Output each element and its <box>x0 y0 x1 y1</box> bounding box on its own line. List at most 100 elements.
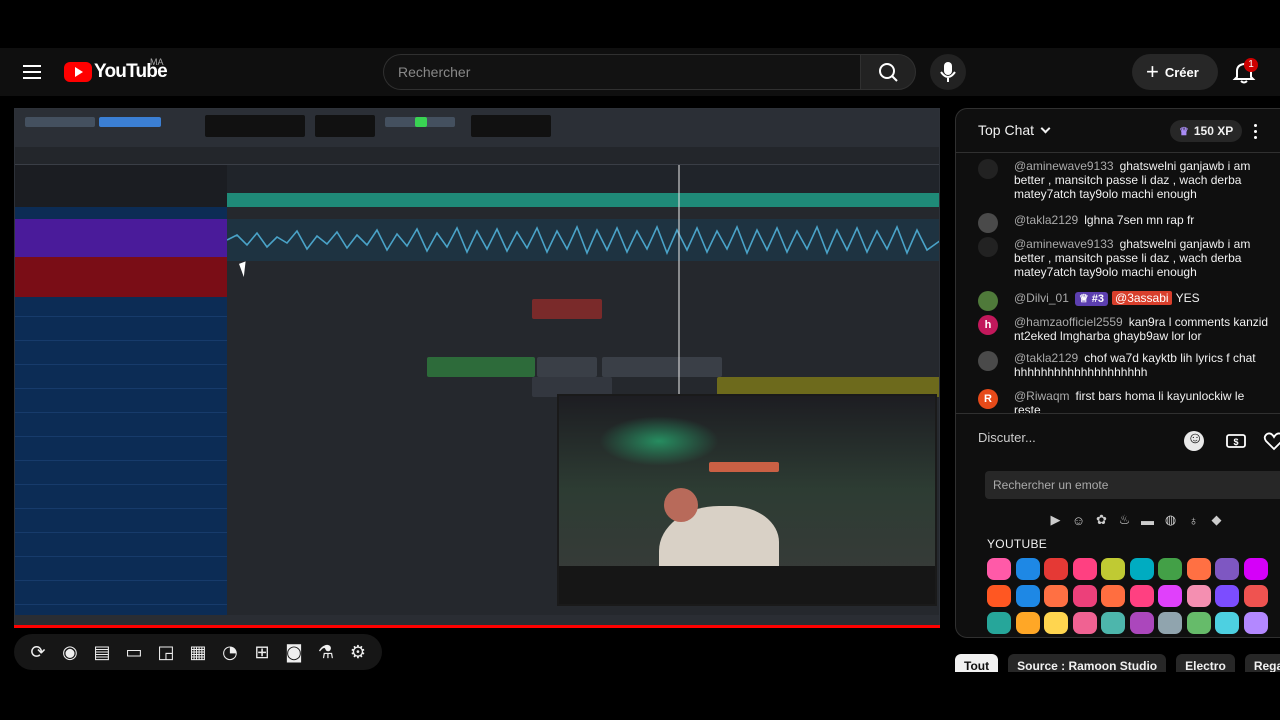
emote-grid <box>987 558 1279 634</box>
broadcast-icon-glyph: ◉ <box>62 641 78 663</box>
video-player[interactable] <box>14 108 940 628</box>
create-button[interactable]: + Créer <box>1132 54 1218 90</box>
avatar[interactable] <box>978 237 998 257</box>
smiley-icon[interactable]: ☺ <box>1069 510 1088 530</box>
chat-author[interactable]: @Riwaqm <box>1014 389 1070 403</box>
menu-icon[interactable] <box>20 60 44 84</box>
daw-toolbar <box>15 109 939 147</box>
chat-author[interactable]: @takla2129 <box>1014 213 1078 227</box>
live-dvr-icon[interactable]: ▤ <box>86 636 118 668</box>
speed-icon[interactable]: ◔ <box>214 636 246 668</box>
cake-icon[interactable]: ♨ <box>1115 510 1134 530</box>
member-badge: ♕ #3 <box>1074 292 1109 306</box>
daw-track-red <box>15 257 227 297</box>
clapperboard-icon[interactable]: ▭ <box>118 636 150 668</box>
avatar[interactable] <box>978 159 998 179</box>
emote-icon[interactable] <box>1044 585 1068 607</box>
heart-button[interactable] <box>1262 429 1280 453</box>
miniplayer-icon[interactable]: ◲ <box>150 636 182 668</box>
emote-icon[interactable] <box>987 585 1011 607</box>
loop-icon[interactable]: ⟳ <box>22 636 54 668</box>
emote-icon[interactable] <box>1158 558 1182 580</box>
emote-icon[interactable] <box>1101 612 1125 634</box>
progress-fill <box>14 625 940 628</box>
lightbulb-icon[interactable]: ♁ <box>1184 510 1203 530</box>
emote-icon[interactable] <box>1015 612 1040 634</box>
super-chat-button[interactable]: $ <box>1224 429 1248 453</box>
add-clip-icon[interactable]: ⊞ <box>246 636 278 668</box>
voice-search-button[interactable] <box>930 54 966 90</box>
emote-icon[interactable] <box>1044 558 1068 580</box>
emote-icon[interactable] <box>1101 558 1125 580</box>
emote-icon[interactable] <box>1215 612 1239 634</box>
chat-author[interactable]: @aminewave9133 <box>1014 237 1114 251</box>
xp-badge[interactable]: ♛ 150 XP <box>1170 120 1243 142</box>
letterbox-top <box>0 0 1280 48</box>
emote-icon[interactable] <box>1215 585 1239 607</box>
live-chat: Top Chat ♛ 150 XP @aminewave9133 ghatswel… <box>955 108 1280 638</box>
emote-category-bar: ▶ ☺ ✿ ♨ ▬ ◍ ♁ ◆ <box>1046 510 1226 530</box>
screenshot-icon[interactable]: ◙ <box>278 636 310 668</box>
create-label: Créer <box>1164 64 1199 80</box>
chat-mode-selector[interactable]: Top Chat <box>978 122 1051 138</box>
emote-icon[interactable] <box>1015 585 1040 607</box>
daw-timeline <box>227 165 939 193</box>
emote-icon[interactable] <box>1186 612 1211 634</box>
plus-icon: + <box>1146 59 1159 84</box>
chat-author[interactable]: @Dilvi_01 <box>1014 291 1069 305</box>
xp-label: 150 XP <box>1193 124 1234 138</box>
emote-icon[interactable] <box>1158 612 1182 634</box>
emote-icon[interactable] <box>1044 612 1068 634</box>
chat-title: Top Chat <box>978 122 1035 138</box>
letterbox-bottom <box>0 672 1280 720</box>
broadcast-icon[interactable]: ◉ <box>54 636 86 668</box>
emote-icon[interactable] <box>1072 585 1097 607</box>
emote-icon[interactable] <box>1129 558 1154 580</box>
emoji-icon[interactable] <box>1184 430 1204 451</box>
emote-icon[interactable] <box>1215 558 1239 580</box>
crown-icon: ♛ <box>1179 125 1189 138</box>
emote-icon[interactable] <box>1101 585 1125 607</box>
emote-icon[interactable] <box>987 558 1011 580</box>
search-input[interactable] <box>398 55 860 89</box>
emote-icon[interactable] <box>1243 558 1268 580</box>
emote-search-box <box>985 471 1280 499</box>
emote-icon[interactable] <box>1186 558 1211 580</box>
emote-icon[interactable] <box>1072 558 1097 580</box>
emote-icon[interactable] <box>1015 558 1040 580</box>
lab-icon[interactable]: ⚗ <box>310 636 342 668</box>
daw-marker-bar <box>227 193 939 207</box>
emote-icon[interactable] <box>1243 612 1268 634</box>
emote-icon[interactable] <box>987 612 1011 634</box>
emote-search-input[interactable] <box>993 471 1280 499</box>
avatar[interactable] <box>978 351 998 371</box>
gear-emote-icon[interactable]: ✿ <box>1092 510 1111 530</box>
search-button[interactable] <box>860 54 916 90</box>
subtitles-icon-glyph: ▦ <box>189 641 207 663</box>
search-box <box>383 54 860 90</box>
car-icon[interactable]: ▬ <box>1138 510 1157 530</box>
settings-icon[interactable]: ⚙ <box>342 636 374 668</box>
emote-icon[interactable] <box>1243 585 1268 607</box>
avatar[interactable]: h <box>978 315 998 335</box>
avatar[interactable] <box>978 213 998 233</box>
youtube-icon[interactable]: ▶ <box>1046 510 1065 530</box>
basketball-icon[interactable]: ◍ <box>1161 510 1180 530</box>
chat-input[interactable]: Discuter... <box>978 430 1208 456</box>
emote-icon[interactable] <box>1129 585 1154 607</box>
progress-bar[interactable] <box>14 625 940 628</box>
avatar[interactable]: R <box>978 389 998 409</box>
avatar[interactable] <box>978 291 998 311</box>
chat-author[interactable]: @takla2129 <box>1014 351 1078 365</box>
chat-author[interactable]: @aminewave9133 <box>1014 159 1114 173</box>
diamond-icon[interactable]: ◆ <box>1207 510 1226 530</box>
daw-track-purple <box>15 219 227 257</box>
emote-icon[interactable] <box>1129 612 1154 634</box>
emote-icon[interactable] <box>1186 585 1211 607</box>
subtitles-icon[interactable]: ▦ <box>182 636 214 668</box>
emote-icon[interactable] <box>1158 585 1182 607</box>
more-options-icon[interactable] <box>1248 121 1264 141</box>
chat-author[interactable]: @hamzaofficiel2559 <box>1014 315 1123 329</box>
emote-icon[interactable] <box>1072 612 1097 634</box>
youtube-logo[interactable]: YouTube MA <box>64 57 168 84</box>
